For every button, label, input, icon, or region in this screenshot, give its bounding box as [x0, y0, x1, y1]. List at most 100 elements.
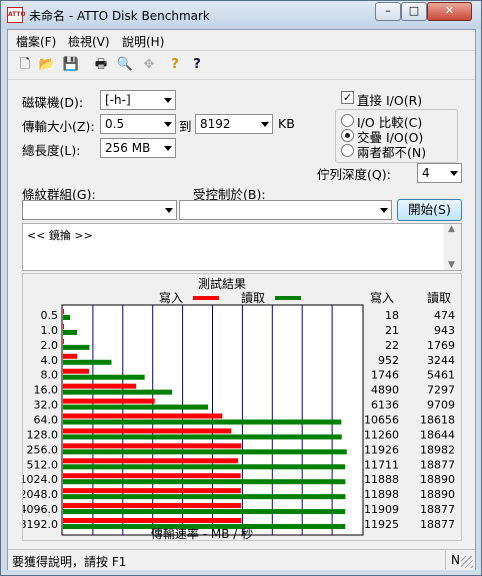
- open-folder-icon[interactable]: 📂: [38, 56, 56, 74]
- chevron-down-icon: [164, 122, 172, 127]
- help-icon[interactable]: ?: [166, 56, 184, 74]
- chevron-down-icon: [450, 171, 458, 176]
- read-value: 1769: [427, 339, 455, 352]
- status-bar: 要獲得說明，請按 F1 N: [8, 549, 475, 570]
- write-value: 952: [378, 354, 399, 367]
- read-value: 18618: [420, 414, 455, 427]
- bar-write: [63, 518, 242, 524]
- print-preview-icon[interactable]: 🔍: [116, 56, 134, 74]
- read-value: 18877: [420, 458, 455, 471]
- write-value: 18: [385, 309, 399, 322]
- menu-help[interactable]: 說明(H): [122, 33, 164, 50]
- read-value: 18877: [420, 518, 455, 531]
- legend-write-label: 寫入: [159, 290, 183, 305]
- bar-write: [63, 309, 64, 314]
- write-value: 1746: [371, 369, 399, 382]
- y-tick-label: 128.0: [27, 428, 59, 441]
- client-area: 檔案(F) 檢視(V) 說明(H) 🗋 📂 💾 🖶 🔍 ✥ ? ? 磁碟機(D)…: [7, 29, 476, 570]
- minimize-button[interactable]: –: [375, 2, 401, 21]
- total-length-label: 總長度(L):: [22, 143, 81, 158]
- bar-read: [63, 329, 78, 335]
- total-length-select[interactable]: 256 MB: [100, 138, 176, 158]
- results-group: 測試結果 寫入 讀取 寫入 讀取 0.5 1.0 2.0 4.0 8.0 16.0 32.0…: [20, 273, 462, 553]
- neither-label[interactable]: 兩者都不(N): [357, 142, 426, 161]
- bar-read: [63, 479, 346, 485]
- bar-write: [63, 458, 239, 464]
- bar-write: [63, 368, 90, 374]
- menu-view[interactable]: 檢視(V): [68, 33, 110, 50]
- write-value: 22: [385, 339, 399, 352]
- description-textarea[interactable]: << 鏡掄 >> ▲ ▼: [22, 223, 462, 271]
- legend-read-swatch: [275, 296, 301, 300]
- write-value: 11260: [364, 428, 399, 441]
- menu-bar: 檔案(F) 檢視(V) 說明(H): [8, 30, 475, 51]
- scroll-up-icon[interactable]: ▲: [448, 224, 455, 234]
- bar-read: [63, 449, 347, 455]
- queue-depth-value: 4: [422, 166, 430, 180]
- menu-file[interactable]: 檔案(F): [16, 33, 56, 50]
- transfer-to-value: 8192: [200, 117, 231, 131]
- close-button[interactable]: ✕: [427, 2, 472, 21]
- scroll-down-icon[interactable]: ▼: [448, 260, 455, 270]
- write-value: 11926: [364, 443, 399, 456]
- status-indicator: N: [451, 553, 460, 567]
- stripe-group-select[interactable]: [22, 200, 177, 220]
- read-value: 943: [434, 324, 455, 337]
- description-scrollbar[interactable]: ▲ ▼: [444, 224, 461, 270]
- controlled-by-select[interactable]: [179, 200, 392, 220]
- title-bar[interactable]: ATTO 未命名 - ATTO Disk Benchmark – □ ✕: [1, 1, 481, 29]
- bar-read: [63, 509, 346, 515]
- start-button[interactable]: 開始(S): [397, 199, 462, 221]
- description-text: << 鏡掄 >>: [27, 229, 93, 242]
- y-tick-label: 16.0: [34, 384, 59, 397]
- drive-value: [-h-]: [105, 93, 131, 107]
- kb-label: KB: [278, 116, 295, 131]
- bar-write: [63, 383, 137, 389]
- write-value: 11898: [364, 488, 399, 501]
- maximize-button[interactable]: □: [401, 2, 427, 21]
- legend-write-swatch: [193, 296, 219, 300]
- bar-read: [63, 419, 342, 425]
- legend-read-label: 讀取: [241, 291, 265, 305]
- new-file-icon[interactable]: 🗋: [16, 56, 34, 74]
- read-value: 18877: [420, 503, 455, 516]
- y-tick-label: 0.5: [41, 309, 59, 322]
- drive-select[interactable]: [-h-]: [100, 90, 176, 110]
- bar-read: [63, 344, 90, 350]
- direct-io-checkbox[interactable]: ✓: [341, 91, 354, 104]
- column-header-read: 讀取: [427, 291, 451, 305]
- neither-radio[interactable]: [341, 144, 354, 157]
- read-value: 18982: [420, 443, 455, 456]
- total-length-value: 256 MB: [105, 141, 151, 155]
- y-tick-label: 32.0: [34, 399, 59, 412]
- context-help-icon[interactable]: ?: [188, 56, 206, 74]
- save-icon[interactable]: 💾: [62, 56, 80, 74]
- to-label: 到: [179, 119, 192, 134]
- read-value: 18890: [420, 488, 455, 501]
- atto-app-icon: ATTO: [7, 7, 26, 23]
- column-header-write: 寫入: [370, 290, 394, 305]
- transfer-from-select[interactable]: 0.5: [100, 114, 176, 134]
- x-axis-label: 傳輸速率 - MB / 秒: [150, 527, 254, 541]
- resize-grip[interactable]: [461, 556, 473, 568]
- bar-read: [63, 434, 342, 440]
- app-window: ATTO 未命名 - ATTO Disk Benchmark – □ ✕ 檔案(…: [0, 0, 482, 576]
- bar-write: [63, 323, 64, 329]
- drive-label: 磁碟機(D):: [22, 95, 84, 110]
- transfer-to-select[interactable]: 8192: [195, 114, 273, 134]
- queue-depth-label: 佇列深度(Q):: [317, 167, 391, 182]
- y-tick-label: 4096.0: [23, 503, 58, 516]
- results-chart: 測試結果 寫入 讀取 寫入 讀取 0.5 1.0 2.0 4.0 8.0 16.0 32.0…: [20, 276, 456, 553]
- move-icon: ✥: [143, 57, 155, 72]
- read-value: 18644: [420, 428, 455, 441]
- overlapped-io-radio[interactable]: [341, 129, 354, 142]
- queue-depth-select[interactable]: 4: [417, 163, 462, 183]
- bar-write: [63, 473, 241, 479]
- direct-io-label[interactable]: 直接 I/O(R): [357, 90, 422, 109]
- y-tick-label: 64.0: [34, 414, 59, 427]
- bar-write: [63, 338, 64, 344]
- print-icon[interactable]: 🖶: [92, 56, 110, 74]
- bar-read: [63, 389, 173, 395]
- y-tick-label: 2.0: [41, 339, 59, 352]
- io-compare-radio[interactable]: [341, 114, 354, 127]
